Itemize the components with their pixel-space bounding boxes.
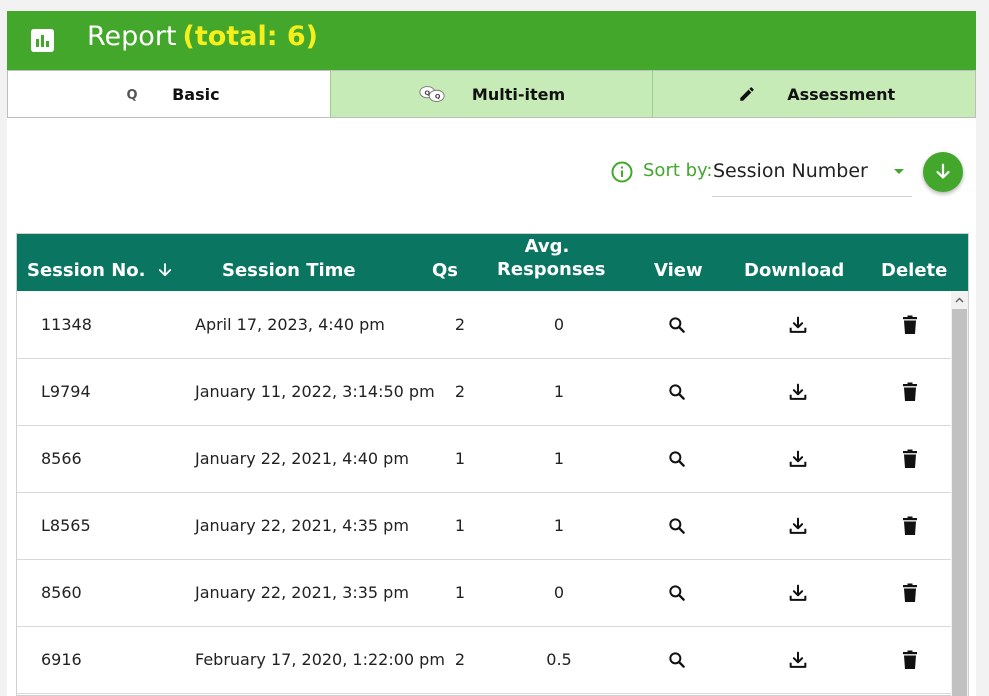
report-tabs: Q Basic Q Q Multi-item Assessment — [7, 70, 976, 118]
column-header-view: View — [654, 260, 703, 281]
table-body: 11348 April 17, 2023, 4:40 pm 2 0 L9794 … — [17, 291, 951, 696]
column-label: Responses — [497, 259, 606, 280]
table-row: 8566 January 22, 2021, 4:40 pm 1 1 — [17, 425, 951, 493]
qs-cell: 1 — [454, 516, 466, 535]
tab-label: Assessment — [787, 84, 896, 104]
column-header-download: Download — [744, 260, 845, 281]
info-icon[interactable] — [611, 161, 633, 187]
session-no-cell: 8566 — [41, 449, 82, 468]
sort-control: Sort by: Session Number — [611, 151, 912, 197]
avg-responses-cell: 1 — [553, 382, 565, 401]
search-icon[interactable] — [665, 380, 689, 404]
session-time-cell: January 22, 2021, 4:35 pm — [195, 516, 409, 535]
download-icon[interactable] — [786, 313, 810, 337]
download-icon[interactable] — [786, 514, 810, 538]
svg-text:Q: Q — [435, 93, 441, 101]
trash-icon[interactable] — [898, 581, 922, 605]
table-row: 6916 February 17, 2020, 1:22:00 pm 2 0.5 — [17, 626, 951, 694]
sort-label: Sort by: — [643, 160, 713, 181]
basic-q-icon: Q — [118, 82, 146, 106]
search-icon[interactable] — [665, 514, 689, 538]
download-icon[interactable] — [786, 447, 810, 471]
session-time-cell: January 22, 2021, 4:40 pm — [195, 449, 409, 468]
column-label: Avg. — [524, 236, 570, 257]
download-icon[interactable] — [786, 380, 810, 404]
scroll-up-icon[interactable] — [951, 291, 968, 308]
total-count: (total: 6) — [182, 21, 319, 52]
multi-item-icon: Q Q — [418, 82, 446, 106]
tab-assessment[interactable]: Assessment — [652, 71, 976, 117]
session-no-cell: 6916 — [41, 650, 82, 669]
column-label: Session No. — [27, 260, 146, 281]
tab-basic[interactable]: Q Basic — [8, 71, 330, 117]
trash-icon[interactable] — [898, 514, 922, 538]
tab-multi-item[interactable]: Q Q Multi-item — [329, 71, 653, 117]
column-header-avg-responses: Avg. Responses — [497, 235, 606, 281]
avg-responses-cell: 0.5 — [546, 650, 572, 669]
table-scrollbar[interactable] — [951, 291, 968, 696]
download-icon[interactable] — [786, 581, 810, 605]
column-header-delete: Delete — [881, 260, 948, 281]
avg-responses-cell: 0 — [553, 583, 565, 602]
session-time-cell: April 17, 2023, 4:40 pm — [195, 315, 385, 334]
sort-arrow-down-icon — [158, 263, 171, 277]
pencil-icon — [733, 82, 761, 106]
search-icon[interactable] — [665, 313, 689, 337]
arrow-down-icon — [936, 163, 950, 179]
session-no-cell: 11348 — [41, 315, 92, 334]
column-header-session-time: Session Time — [222, 260, 356, 281]
trash-icon[interactable] — [898, 447, 922, 471]
qs-cell: 2 — [454, 650, 466, 669]
avg-responses-cell: 1 — [553, 449, 565, 468]
table-header: Session No. Session Time Qs Avg. Respons… — [17, 234, 968, 291]
table-row: 11348 April 17, 2023, 4:40 pm 2 0 — [17, 291, 951, 359]
tab-label: Multi-item — [471, 84, 566, 104]
qs-cell: 2 — [454, 315, 466, 334]
sort-select[interactable]: Session Number — [712, 151, 912, 197]
sessions-table: Session No. Session Time Qs Avg. Respons… — [16, 233, 969, 696]
session-time-cell: February 17, 2020, 1:22:00 pm — [195, 650, 445, 669]
avg-responses-cell: 0 — [553, 315, 565, 334]
trash-icon[interactable] — [898, 380, 922, 404]
page-title: Report (total: 6) — [87, 21, 318, 52]
session-time-cell: January 11, 2022, 3:14:50 pm — [195, 382, 435, 401]
search-icon[interactable] — [665, 581, 689, 605]
download-icon[interactable] — [786, 648, 810, 672]
session-no-cell: 8560 — [41, 583, 82, 602]
column-header-session-no[interactable]: Session No. — [27, 260, 174, 281]
qs-cell: 1 — [454, 583, 466, 602]
table-row: 8560 January 22, 2021, 3:35 pm 1 0 — [17, 559, 951, 627]
report-header: Report (total: 6) — [7, 11, 976, 70]
trash-icon[interactable] — [898, 313, 922, 337]
session-no-cell: L9794 — [41, 382, 91, 401]
trash-icon[interactable] — [898, 648, 922, 672]
table-row: L8565 January 22, 2021, 4:35 pm 1 1 — [17, 492, 951, 560]
qs-cell: 1 — [454, 449, 466, 468]
report-panel: Report (total: 6) Q Basic Q Q Multi-item… — [7, 11, 976, 696]
avg-responses-cell: 1 — [553, 516, 565, 535]
scrollbar-thumb[interactable] — [952, 309, 967, 696]
sort-direction-button[interactable] — [923, 152, 963, 192]
column-header-qs: Qs — [432, 260, 459, 281]
svg-text:Q: Q — [127, 88, 138, 103]
table-row: L9794 January 11, 2022, 3:14:50 pm 2 1 — [17, 358, 951, 426]
qs-cell: 2 — [454, 382, 466, 401]
session-no-cell: L8565 — [41, 516, 91, 535]
search-icon[interactable] — [665, 447, 689, 471]
sort-value: Session Number — [713, 160, 868, 182]
svg-text:Q: Q — [424, 89, 430, 97]
bar-chart-icon — [31, 29, 54, 52]
search-icon[interactable] — [665, 648, 689, 672]
caret-down-icon — [894, 169, 904, 174]
session-time-cell: January 22, 2021, 3:35 pm — [195, 583, 409, 602]
page-title-text: Report — [87, 21, 177, 52]
tab-label: Basic — [172, 84, 220, 104]
